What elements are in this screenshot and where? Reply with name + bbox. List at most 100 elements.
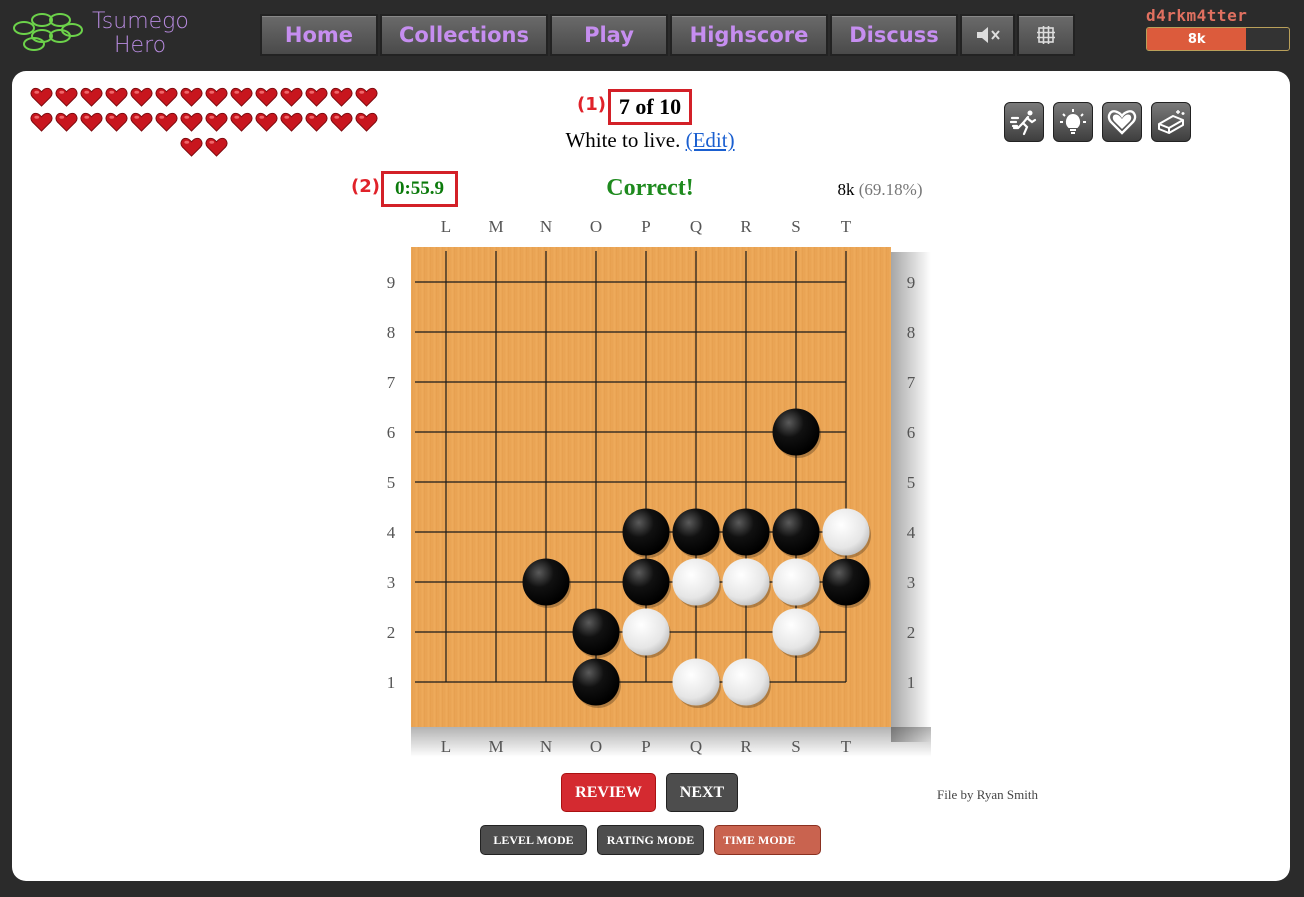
black-stone-O2 <box>572 608 620 656</box>
annotation-marker-2: (2) <box>351 176 380 197</box>
row-label-right-5: 5 <box>907 473 916 492</box>
black-stone-N3 <box>522 558 570 606</box>
white-stone-T4 <box>822 508 870 556</box>
life-heart-icon <box>280 84 304 109</box>
life-heart-icon <box>105 109 129 134</box>
nav-home[interactable]: Home <box>260 14 378 56</box>
mute-button[interactable] <box>960 14 1015 56</box>
life-heart-icon <box>205 134 229 159</box>
black-stone-R4 <box>722 508 770 556</box>
life-heart-icon <box>80 109 104 134</box>
user-rank-fill: 8k <box>1147 28 1247 50</box>
row-label-left-8: 8 <box>387 323 396 342</box>
row-label-left-2: 2 <box>387 623 396 642</box>
toolbar <box>1004 102 1191 142</box>
review-button[interactable]: REVIEW <box>561 773 656 812</box>
rating-mode-button[interactable]: RATING MODE <box>597 825 704 855</box>
row-label-left-7: 7 <box>387 373 396 392</box>
col-label-bottom-Q: Q <box>690 737 702 756</box>
user-rank-bar: 8k <box>1146 27 1290 51</box>
row-label-right-9: 9 <box>907 273 916 292</box>
row-label-left-9: 9 <box>387 273 396 292</box>
black-stone-T3 <box>822 558 870 606</box>
life-heart-icon <box>155 84 179 109</box>
annotation-marker-1: (1) <box>577 94 606 115</box>
row-label-left-4: 4 <box>387 523 396 542</box>
row-label-left-5: 5 <box>387 473 396 492</box>
row-label-right-7: 7 <box>907 373 916 392</box>
life-heart-icon <box>180 84 204 109</box>
col-label-bottom-R: R <box>740 737 752 756</box>
life-heart-icon <box>255 109 279 134</box>
life-heart-icon <box>130 84 154 109</box>
go-board[interactable]: L L M M N N O O P P Q Q R R S S T T 9 9 8 8 7 7 6 6 5 5 4 4 3 3 2 2 1 1 <box>371 210 931 770</box>
level-mode-button[interactable]: LEVEL MODE <box>480 825 587 855</box>
edit-link[interactable]: (Edit) <box>686 128 735 152</box>
col-label-top-T: T <box>841 217 852 236</box>
hearts-lives <box>28 84 380 159</box>
life-heart-icon <box>30 84 54 109</box>
nav-discuss[interactable]: Discuss <box>830 14 958 56</box>
hint-button[interactable] <box>1053 102 1093 142</box>
life-heart-icon <box>230 84 254 109</box>
row-label-right-3: 3 <box>907 573 916 592</box>
row-label-right-1: 1 <box>907 673 916 692</box>
nav-collections[interactable]: Collections <box>380 14 548 56</box>
problem-rank-pct: (69.18%) <box>858 180 923 199</box>
next-button[interactable]: NEXT <box>666 773 738 812</box>
col-label-bottom-L: L <box>441 737 451 756</box>
problem-rating: 8k (69.18%) <box>820 180 940 200</box>
result-status: Correct! <box>606 175 694 201</box>
black-stone-S6 <box>772 408 820 456</box>
col-label-bottom-T: T <box>841 737 852 756</box>
problem-counter: 7 of 10 <box>608 89 692 125</box>
white-stone-Q3 <box>672 558 720 606</box>
life-heart-icon <box>30 109 54 134</box>
reset-button[interactable] <box>1151 102 1191 142</box>
black-stone-P3 <box>622 558 670 606</box>
white-stone-R1 <box>722 658 770 706</box>
logo-line-1: Tsumego <box>92 9 189 34</box>
username[interactable]: d4rkm4tter <box>1146 6 1247 25</box>
black-stone-Q4 <box>672 508 720 556</box>
row-label-right-6: 6 <box>907 423 916 442</box>
row-label-right-4: 4 <box>907 523 916 542</box>
col-label-top-O: O <box>590 217 602 236</box>
time-mode-button[interactable]: TIME MODE <box>714 825 821 855</box>
sprint-button[interactable] <box>1004 102 1044 142</box>
lightbulb-icon <box>1060 109 1086 134</box>
life-heart-icon <box>355 84 379 109</box>
running-man-icon <box>1010 110 1037 136</box>
row-label-left-3: 3 <box>387 573 396 592</box>
go-board-svg[interactable]: L L M M N N O O P P Q Q R R S S T T 9 9 8 8 7 7 6 6 5 5 4 4 3 3 2 2 1 1 <box>371 210 931 770</box>
white-stone-Q1 <box>672 658 720 706</box>
col-label-bottom-S: S <box>791 737 800 756</box>
col-label-top-R: R <box>740 217 752 236</box>
life-heart-icon <box>355 109 379 134</box>
logo-line-2: Hero <box>114 33 167 58</box>
col-label-top-L: L <box>441 217 451 236</box>
life-heart-icon <box>330 84 354 109</box>
row-label-right-8: 8 <box>907 323 916 342</box>
main-nav: Home Collections Play Highscore Discuss <box>260 14 1075 56</box>
life-heart-icon <box>305 84 329 109</box>
speaker-muted-icon <box>976 27 1000 43</box>
col-label-bottom-P: P <box>641 737 650 756</box>
board-settings-button[interactable] <box>1017 14 1075 56</box>
col-label-top-M: M <box>488 217 503 236</box>
logo-text: Tsumego Hero <box>92 10 189 58</box>
heart-icon <box>1107 110 1137 135</box>
logo[interactable]: Tsumego Hero <box>10 6 200 58</box>
nav-highscore[interactable]: Highscore <box>670 14 828 56</box>
user-rank: 8k <box>1187 31 1206 47</box>
life-heart-icon <box>255 84 279 109</box>
black-stone-S4 <box>772 508 820 556</box>
row-label-left-6: 6 <box>387 423 396 442</box>
nav-play[interactable]: Play <box>550 14 668 56</box>
white-stone-S2 <box>772 608 820 656</box>
problem-rank: 8k <box>837 180 855 199</box>
col-label-bottom-N: N <box>540 737 552 756</box>
life-heart-icon <box>105 84 129 109</box>
white-stone-R3 <box>722 558 770 606</box>
favorite-button[interactable] <box>1102 102 1142 142</box>
